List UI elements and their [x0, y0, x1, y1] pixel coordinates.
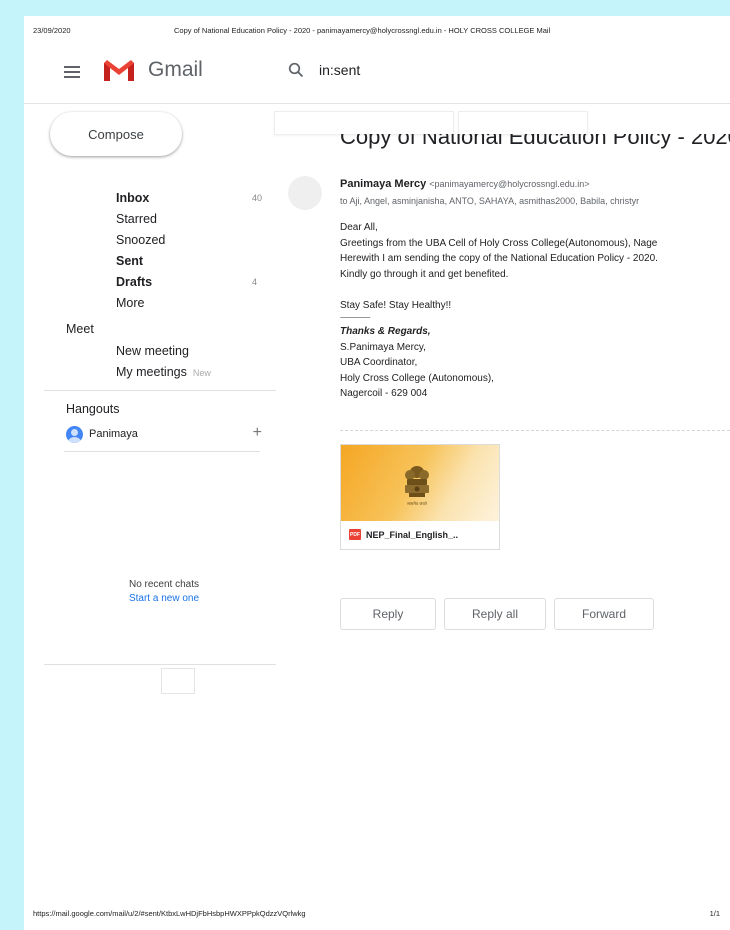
sidebar-item-label: More: [116, 296, 145, 310]
national-emblem-icon: सत्यमेव जयते: [405, 466, 429, 506]
body-line: Greetings from the UBA Cell of Holy Cros…: [340, 237, 658, 249]
sidebar-item-more[interactable]: More: [24, 293, 284, 314]
signature-title: Thanks & Regards,: [340, 326, 431, 337]
menu-icon[interactable]: [64, 66, 80, 78]
pdf-icon: PDF: [349, 529, 361, 540]
signature-line: S.Panimaya Mercy,: [340, 341, 426, 353]
attachment-name-row: PDF NEP_Final_English_..: [349, 529, 458, 540]
signature-line: Nagercoil - 629 004: [340, 388, 428, 399]
my-meetings-label: My meetings: [116, 365, 187, 379]
no-chats-panel: No recent chats Start a new one: [114, 578, 214, 606]
sidebar-item-drafts[interactable]: Drafts 4: [24, 272, 284, 293]
gmail-topbar: Gmail in:sent: [24, 44, 730, 104]
sender-name: Panimaya Mercy: [340, 178, 427, 190]
sidebar-item-sent[interactable]: Sent: [24, 251, 284, 272]
signature-separator: --------------------: [340, 315, 370, 321]
search-input[interactable]: in:sent: [319, 62, 360, 78]
body-line: [340, 282, 730, 298]
search-icon[interactable]: [288, 62, 304, 78]
sidebar-item-starred[interactable]: Starred: [24, 209, 284, 230]
sender-email: <panimayamercy@holycrossngl.edu.in>: [429, 179, 590, 189]
body-line: Dear All,: [340, 222, 378, 233]
print-footer: https://mail.google.com/mail/u/2/#sent/K…: [33, 909, 720, 918]
hangouts-toggle-box[interactable]: [161, 668, 195, 694]
sender-avatar: [288, 176, 322, 210]
avatar: [66, 425, 83, 443]
hangouts-user-name: Panimaya: [89, 428, 138, 440]
sidebar-item-inbox[interactable]: Inbox 40: [24, 188, 284, 209]
sidebar-item-label: Starred: [116, 212, 157, 226]
my-meetings-link[interactable]: My meetings New: [116, 365, 211, 379]
email-toolbar-ghost: [274, 111, 588, 137]
sidebar-item-label: Inbox: [116, 191, 150, 205]
print-url: https://mail.google.com/mail/u/2/#sent/K…: [33, 909, 306, 918]
print-title: Copy of National Education Policy - 2020…: [174, 26, 551, 35]
start-new-chat-link[interactable]: Start a new one: [114, 592, 214, 606]
attachment-thumbnail: सत्यमेव जयते: [341, 445, 499, 521]
reply-all-button[interactable]: Reply all: [444, 598, 546, 630]
hangouts-user[interactable]: Panimaya +: [66, 424, 262, 444]
attachments-divider: [340, 430, 730, 431]
sidebar-item-label: Snoozed: [116, 233, 166, 247]
compose-button[interactable]: Compose: [50, 112, 182, 156]
recipients-line[interactable]: to Aji, Angel, asminjanisha, ANTO, SAHAY…: [340, 196, 730, 206]
attachment-filename: NEP_Final_English_..: [366, 529, 459, 540]
sidebar-nav: Inbox 40 Starred Snoozed Sent Drafts 4 M…: [24, 188, 284, 314]
body-line: Herewith I am sending the copy of the Na…: [340, 253, 658, 264]
footer-divider: [44, 664, 276, 665]
sidebar-divider: [44, 390, 276, 391]
attachment-card[interactable]: सत्यमेव जयते PDF NEP_Final_English_..: [340, 444, 500, 550]
drafts-count: 4: [252, 277, 258, 287]
sender-line: Panimaya Mercy <panimayamercy@holycrossn…: [340, 178, 590, 190]
new-meeting-link[interactable]: New meeting: [116, 344, 189, 358]
page-number: 1/1: [709, 909, 720, 918]
emblem-caption: सत्यमेव जयते: [407, 501, 427, 506]
sidebar-item-label: Sent: [116, 254, 144, 268]
printed-page: 23/09/2020 Copy of National Education Po…: [24, 16, 730, 930]
email-body: Dear All, Greetings from the UBA Cell of…: [340, 220, 730, 402]
no-chats-text: No recent chats: [128, 579, 200, 590]
print-date: 23/09/2020: [33, 26, 71, 35]
reply-button[interactable]: Reply: [340, 598, 436, 630]
sidebar-item-label: Drafts: [116, 275, 153, 289]
new-badge: New: [192, 368, 211, 378]
meet-heading: Meet: [66, 322, 94, 336]
gmail-wordmark[interactable]: Gmail: [148, 58, 203, 82]
unread-count: 40: [252, 193, 263, 203]
signature-line: Holy Cross College (Autonomous),: [340, 372, 494, 384]
gmail-logo-icon[interactable]: [102, 57, 136, 83]
hangouts-divider: [64, 451, 260, 452]
body-line: Kindly go through it and get benefited.: [340, 268, 509, 280]
sidebar-item-snoozed[interactable]: Snoozed: [24, 230, 284, 251]
forward-button[interactable]: Forward: [554, 598, 654, 630]
body-line: Stay Safe! Stay Healthy!!: [340, 299, 452, 311]
hangouts-heading: Hangouts: [66, 402, 120, 416]
add-icon[interactable]: +: [253, 424, 262, 442]
signature-line: UBA Coordinator,: [340, 357, 418, 368]
